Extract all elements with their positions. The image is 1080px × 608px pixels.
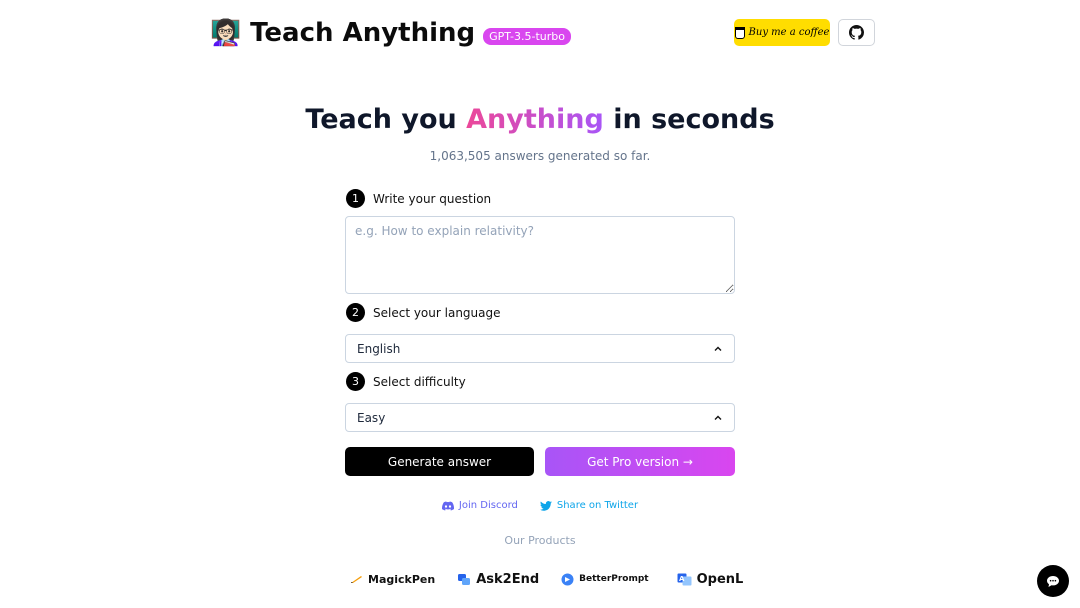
product-ask2end[interactable]: Ask2End — [457, 572, 539, 587]
hero-title-suffix: in seconds — [613, 104, 775, 135]
step-difficulty: 3 Select difficulty — [346, 372, 466, 391]
step-label: Write your question — [373, 191, 492, 206]
chevron-up-icon — [714, 415, 722, 420]
product-betterprompt[interactable]: BetterPrompt — [561, 573, 649, 586]
generate-answer-button[interactable]: Generate answer — [345, 447, 534, 476]
chat-bubbles-icon — [458, 573, 471, 585]
language-select-value: English — [357, 341, 401, 356]
product-name: Ask2End — [476, 571, 540, 587]
product-name: BetterPrompt — [579, 574, 649, 584]
hero-title: Teach you Anything in seconds — [0, 104, 1080, 135]
language-select[interactable]: English — [345, 334, 735, 363]
chevron-up-icon — [714, 346, 722, 351]
brand[interactable]: 👩🏻‍🏫 Teach Anything GPT-3.5-turbo — [210, 18, 571, 48]
step-number: 2 — [346, 303, 365, 322]
get-pro-version-button[interactable]: Get Pro version → — [545, 447, 735, 476]
step-language: 2 Select your language — [346, 303, 501, 322]
chat-bubble-icon — [1047, 575, 1059, 587]
question-input[interactable] — [345, 216, 735, 294]
product-name: MagickPen — [368, 572, 436, 586]
model-badge: GPT-3.5-turbo — [483, 27, 571, 45]
step-label: Select difficulty — [373, 374, 466, 389]
prompt-logo-icon — [561, 573, 574, 585]
buy-me-a-coffee-button[interactable]: Buy me a coffee — [734, 19, 830, 46]
join-discord-link[interactable]: Join Discord — [441, 500, 518, 511]
header: 👩🏻‍🏫 Teach Anything GPT-3.5-turbo Buy me… — [210, 18, 875, 48]
discord-icon — [441, 501, 454, 510]
our-products-heading: Our Products — [504, 534, 576, 547]
share-on-twitter-link[interactable]: Share on Twitter — [539, 500, 639, 511]
app-title: Teach Anything — [250, 18, 476, 48]
hero-title-prefix: Teach you — [305, 104, 457, 135]
svg-text:A: A — [679, 575, 685, 583]
github-icon — [849, 25, 864, 40]
translate-icon: A — [677, 573, 692, 585]
coffee-button-label: Buy me a coffee — [748, 27, 830, 38]
github-button[interactable] — [838, 19, 875, 46]
answers-counter: 1,063,505 answers generated so far. — [429, 149, 651, 163]
difficulty-select-value: Easy — [357, 410, 386, 425]
product-name: OpenL — [696, 571, 744, 587]
twitter-link-label: Share on Twitter — [556, 500, 639, 511]
teacher-emoji-icon: 👩🏻‍🏫 — [210, 18, 241, 47]
product-openl[interactable]: A OpenL — [677, 571, 744, 587]
product-magickpen[interactable]: MagickPen — [350, 573, 435, 586]
twitter-icon — [539, 500, 552, 511]
coffee-cup-icon — [734, 26, 745, 39]
step-number: 1 — [346, 189, 365, 208]
step-question: 1 Write your question — [346, 189, 491, 208]
chat-widget-button[interactable] — [1037, 565, 1069, 597]
hero-title-highlight: Anything — [466, 104, 604, 135]
pen-icon — [351, 576, 362, 583]
step-number: 3 — [346, 372, 365, 391]
community-links: Join Discord Share on Twitter — [0, 500, 1080, 511]
difficulty-select[interactable]: Easy — [345, 403, 735, 432]
products-list: MagickPen Ask2End BetterPrompt A OpenL — [350, 570, 743, 588]
discord-link-label: Join Discord — [458, 500, 518, 511]
step-label: Select your language — [373, 305, 501, 320]
